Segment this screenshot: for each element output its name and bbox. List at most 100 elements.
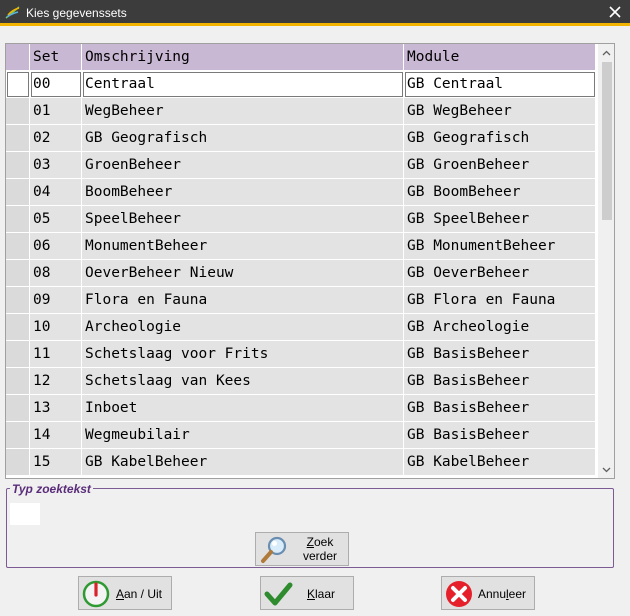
table-row[interactable]: 06 MonumentBeheer GB MonumentBeheer [6, 233, 596, 260]
cell-set[interactable]: 02 [30, 125, 82, 152]
row-indicator[interactable] [6, 314, 30, 341]
cell-omschrijving[interactable]: WegBeheer [82, 98, 404, 125]
power-toggle-button[interactable]: Aan / Uit [78, 576, 172, 610]
vertical-scrollbar[interactable] [598, 44, 614, 478]
title-accent-line [0, 23, 630, 26]
row-indicator[interactable] [6, 287, 30, 314]
cell-module[interactable]: GB MonumentBeheer [404, 233, 596, 260]
row-indicator[interactable] [6, 422, 30, 449]
cell-module[interactable]: GB BasisBeheer [404, 341, 596, 368]
row-indicator[interactable] [6, 449, 30, 476]
scroll-down-button[interactable] [598, 461, 614, 478]
cell-module[interactable]: GB BasisBeheer [404, 395, 596, 422]
cancel-button[interactable]: Annuleer [441, 576, 535, 610]
close-button[interactable] [600, 0, 630, 23]
table-row[interactable]: 14 Wegmeubilair GB BasisBeheer [6, 422, 596, 449]
row-indicator[interactable] [6, 125, 30, 152]
cell-set[interactable]: 09 [30, 287, 82, 314]
search-next-label: Zoek verder [302, 535, 337, 563]
cell-set[interactable]: 00 [30, 71, 82, 98]
row-indicator[interactable] [6, 98, 30, 125]
row-indicator[interactable] [6, 71, 30, 98]
cell-omschrijving[interactable]: BoomBeheer [82, 179, 404, 206]
ok-button[interactable]: Klaar [260, 576, 354, 610]
column-header-omschrijving[interactable]: Omschrijving [82, 44, 404, 71]
cell-set[interactable]: 14 [30, 422, 82, 449]
cell-omschrijving[interactable]: MonumentBeheer [82, 233, 404, 260]
cell-set[interactable]: 11 [30, 341, 82, 368]
row-indicator[interactable] [6, 395, 30, 422]
cell-module[interactable]: GB BoomBeheer [404, 179, 596, 206]
grid-header: Set Omschrijving Module [6, 44, 596, 71]
cell-set[interactable]: 04 [30, 179, 82, 206]
search-next-button[interactable]: Zoek verder [255, 532, 349, 566]
cancel-x-icon [446, 581, 472, 607]
cell-omschrijving[interactable]: Inboet [82, 395, 404, 422]
search-input[interactable] [10, 503, 40, 525]
cell-set[interactable]: 05 [30, 206, 82, 233]
cell-omschrijving[interactable]: GB Geografisch [82, 125, 404, 152]
table-row[interactable]: 04 BoomBeheer GB BoomBeheer [6, 179, 596, 206]
cell-module[interactable]: GB BasisBeheer [404, 368, 596, 395]
table-row[interactable]: 12 Schetslaag van Kees GB BasisBeheer [6, 368, 596, 395]
window-title: Kies gegevenssets [26, 6, 127, 20]
table-row[interactable]: 13 Inboet GB BasisBeheer [6, 395, 596, 422]
cell-set[interactable]: 15 [30, 449, 82, 476]
cell-omschrijving[interactable]: Archeologie [82, 314, 404, 341]
cell-omschrijving[interactable]: Wegmeubilair [82, 422, 404, 449]
cell-omschrijving[interactable]: Schetslaag van Kees [82, 368, 404, 395]
cell-set[interactable]: 10 [30, 314, 82, 341]
cell-omschrijving[interactable]: GroenBeheer [82, 152, 404, 179]
cell-set[interactable]: 08 [30, 260, 82, 287]
row-indicator[interactable] [6, 368, 30, 395]
title-bar: Kies gegevenssets [0, 0, 630, 26]
table-row[interactable]: 05 SpeelBeheer GB SpeelBeheer [6, 206, 596, 233]
row-indicator[interactable] [6, 260, 30, 287]
cell-module[interactable]: GB GroenBeheer [404, 152, 596, 179]
cell-set[interactable]: 13 [30, 395, 82, 422]
table-row[interactable]: 10 Archeologie GB Archeologie [6, 314, 596, 341]
dataset-grid[interactable]: Set Omschrijving Module 00 Centraal GB Cen… [5, 43, 615, 479]
scroll-thumb[interactable] [602, 62, 612, 220]
row-indicator[interactable] [6, 233, 30, 260]
chevron-down-icon [602, 467, 611, 472]
cell-set[interactable]: 06 [30, 233, 82, 260]
checkmark-icon [264, 582, 293, 606]
row-indicator[interactable] [6, 206, 30, 233]
cell-module[interactable]: GB Archeologie [404, 314, 596, 341]
cell-set[interactable]: 12 [30, 368, 82, 395]
row-indicator[interactable] [6, 179, 30, 206]
table-row[interactable]: 08 OeverBeheer Nieuw GB OeverBeheer [6, 260, 596, 287]
cell-module[interactable]: GB BasisBeheer [404, 422, 596, 449]
cell-module[interactable]: GB Flora en Fauna [404, 287, 596, 314]
cell-module[interactable]: GB KabelBeheer [404, 449, 596, 476]
column-header-module[interactable]: Module [404, 44, 596, 71]
table-row[interactable]: 11 Schetslaag voor Frits GB BasisBeheer [6, 341, 596, 368]
table-row[interactable]: 01 WegBeheer GB WegBeheer [6, 98, 596, 125]
table-row[interactable]: 00 Centraal GB Centraal [6, 71, 596, 98]
column-header-set[interactable]: Set [30, 44, 82, 71]
cell-omschrijving[interactable]: OeverBeheer Nieuw [82, 260, 404, 287]
table-row[interactable]: 09 Flora en Fauna GB Flora en Fauna [6, 287, 596, 314]
cell-omschrijving[interactable]: Schetslaag voor Frits [82, 341, 404, 368]
table-row[interactable]: 03 GroenBeheer GB GroenBeheer [6, 152, 596, 179]
cell-module[interactable]: GB Centraal [404, 71, 596, 98]
row-indicator[interactable] [6, 152, 30, 179]
cell-omschrijving[interactable]: SpeelBeheer [82, 206, 404, 233]
table-row[interactable]: 15 GB KabelBeheer GB KabelBeheer [6, 449, 596, 476]
cell-set[interactable]: 01 [30, 98, 82, 125]
cell-omschrijving[interactable]: Flora en Fauna [82, 287, 404, 314]
cell-module[interactable]: GB OeverBeheer [404, 260, 596, 287]
cell-omschrijving[interactable]: Centraal [82, 71, 404, 98]
row-indicator[interactable] [6, 341, 30, 368]
magnifier-icon [261, 536, 287, 563]
scroll-up-button[interactable] [598, 44, 614, 61]
cell-set[interactable]: 03 [30, 152, 82, 179]
search-legend: Typ zoektekst [10, 482, 93, 496]
ok-label: Klaar [306, 587, 336, 601]
cell-omschrijving[interactable]: GB KabelBeheer [82, 449, 404, 476]
table-row[interactable]: 02 GB Geografisch GB Geografisch [6, 125, 596, 152]
cell-module[interactable]: GB SpeelBeheer [404, 206, 596, 233]
cell-module[interactable]: GB WegBeheer [404, 98, 596, 125]
cell-module[interactable]: GB Geografisch [404, 125, 596, 152]
